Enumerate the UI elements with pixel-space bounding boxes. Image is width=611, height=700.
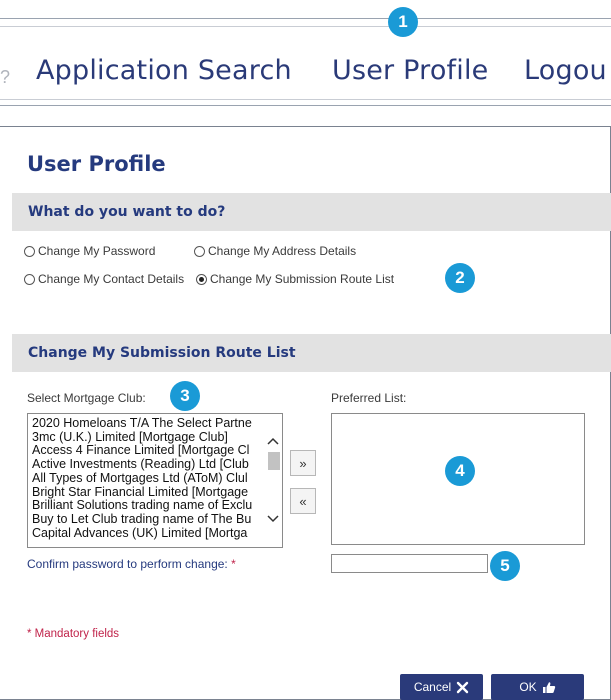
close-icon [456,681,469,693]
radio-label: Change My Password [38,244,156,258]
mortgage-club-option[interactable]: Access 4 Finance Limited [Mortgage Cl [32,444,262,458]
mortgage-club-option[interactable]: All Types of Mortgages Ltd (AToM) Clul [32,472,262,486]
confirm-password-label: Confirm password to perform change: * [27,557,236,571]
required-marker: * [231,557,236,571]
mortgage-club-option[interactable]: Buy to Let Club trading name of The Bu [32,513,262,527]
section-header-what: What do you want to do? [12,193,611,231]
nav-separator: ? [0,67,11,87]
nav-item-user-profile[interactable]: User Profile [332,55,488,86]
radio-label: Change My Contact Details [38,272,185,286]
add-to-preferred-button[interactable]: » [290,450,316,476]
radio-button[interactable] [194,245,205,257]
chevron-down-icon[interactable] [267,514,279,524]
cancel-button[interactable]: Cancel [400,674,483,700]
select-mortgage-club-label: Select Mortgage Club: [27,391,146,405]
radio-change-submission-route[interactable]: Change My Submission Route List [196,272,394,286]
preferred-list-label: Preferred List: [331,391,407,405]
mandatory-fields-note: * Mandatory fields [27,628,120,640]
radio-button[interactable] [24,245,35,257]
mortgage-club-options: 2020 Homeloans T/A The Select Partne 3mc … [32,417,262,540]
mortgage-club-option[interactable]: Capital Advances (UK) Limited [Mortga [32,527,262,541]
section-heading: What do you want to do? [28,204,226,220]
mortgage-club-listbox[interactable]: 2020 Homeloans T/A The Select Partne 3mc … [27,413,283,548]
confirm-password-input[interactable] [331,554,488,573]
ok-button[interactable]: OK [491,674,584,700]
thumbs-up-icon [542,681,555,693]
page-title: User Profile [27,152,166,176]
mortgage-club-option[interactable]: 3mc (U.K.) Limited [Mortgage Club] [32,431,262,445]
listbox-scrollbar[interactable] [264,414,282,547]
radio-label: Change My Address Details [208,244,357,258]
mortgage-club-option[interactable]: 2020 Homeloans T/A The Select Partne [32,417,262,431]
callout-1: 1 [388,7,418,37]
nav-item-application-search[interactable]: Application Search [36,55,292,86]
radio-button-selected[interactable] [196,273,207,285]
remove-from-preferred-button[interactable]: « [290,488,316,514]
mortgage-club-option[interactable]: Active Investments (Reading) Ltd [Club [32,458,262,472]
mortgage-club-option[interactable]: Bright Star Financial Limited [Mortgage [32,486,262,500]
chevron-up-icon[interactable] [267,436,279,446]
callout-3: 3 [170,381,200,411]
callout-5: 5 [490,551,520,581]
radio-change-password[interactable]: Change My Password [24,244,155,258]
section-heading: Change My Submission Route List [28,345,296,361]
callout-4: 4 [445,456,475,486]
top-navigation: ? Application Search User Profile Logou [0,18,611,106]
confirm-password-text: Confirm password to perform change: [27,557,228,571]
cancel-label: Cancel [413,680,452,694]
section-header-route: Change My Submission Route List [12,334,611,372]
radio-change-address[interactable]: Change My Address Details [194,244,356,258]
nav-bar: ? Application Search User Profile Logou [0,26,611,100]
callout-2: 2 [445,263,475,293]
radio-change-contact[interactable]: Change My Contact Details [24,272,184,286]
mortgage-club-option[interactable]: Brilliant Solutions trading name of Excl… [32,499,262,513]
nav-item-logout[interactable]: Logou [524,55,607,86]
radio-label: Change My Submission Route List [210,272,395,286]
scrollbar-thumb[interactable] [268,452,280,470]
ok-label: OK [519,680,537,694]
radio-button[interactable] [24,273,35,285]
